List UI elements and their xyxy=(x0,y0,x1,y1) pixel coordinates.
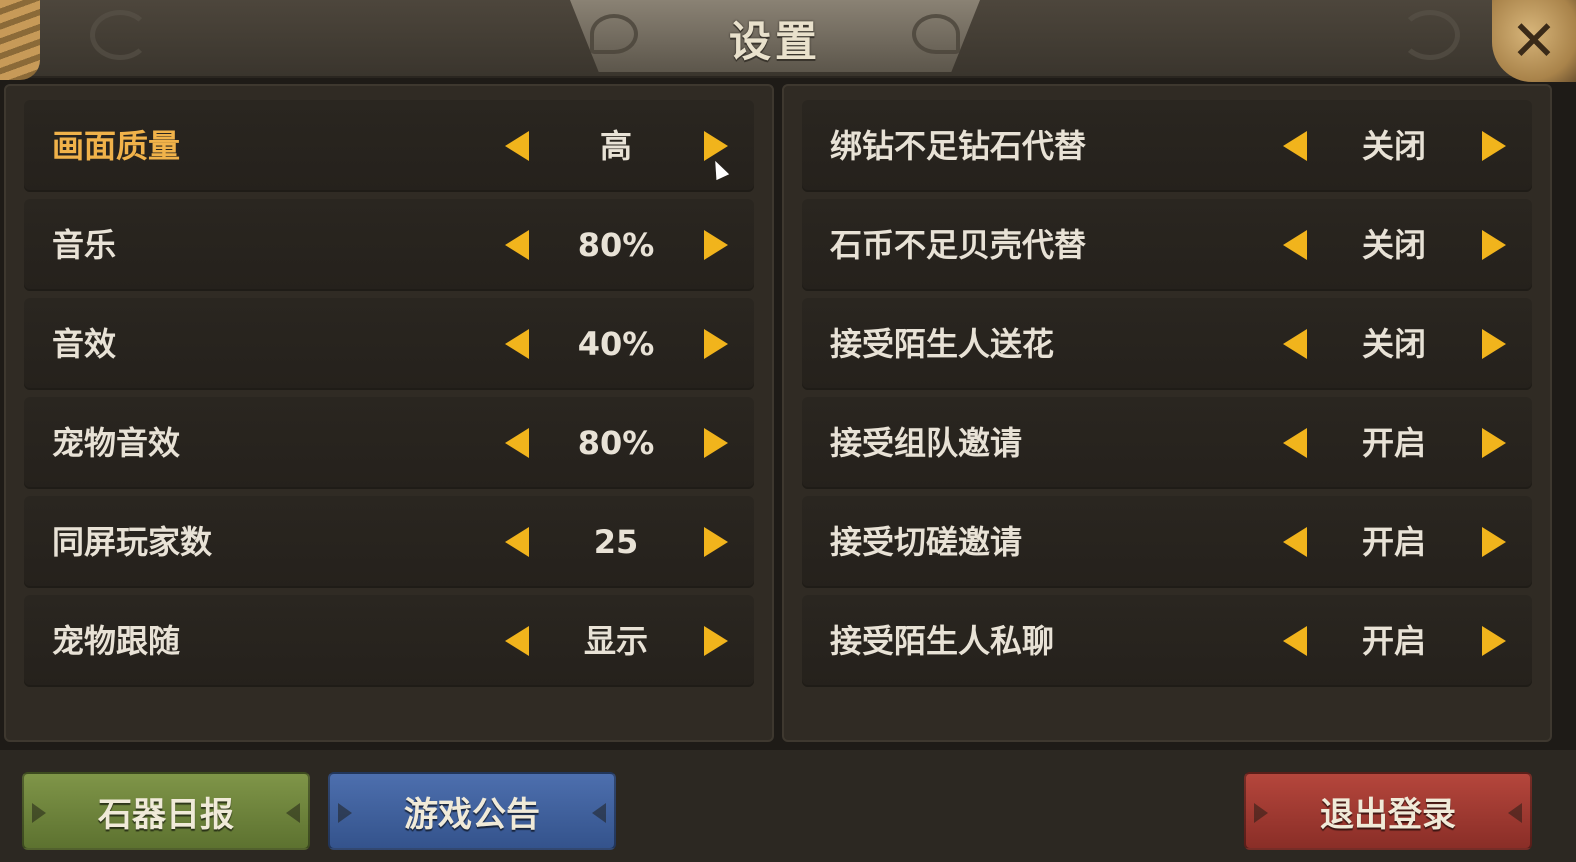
setting-label: 同屏玩家数 xyxy=(52,523,213,561)
daily-report-button[interactable]: 石器日报 xyxy=(22,772,310,850)
setting-value: 关闭 xyxy=(1361,226,1426,264)
decrease-arrow-button[interactable] xyxy=(505,428,529,458)
increase-arrow-button[interactable] xyxy=(1482,428,1506,458)
setting-label: 音效 xyxy=(52,325,117,363)
increase-arrow-button[interactable] xyxy=(704,527,728,557)
setting-value: 关闭 xyxy=(1361,127,1426,165)
decrease-arrow-button[interactable] xyxy=(505,230,529,260)
increase-arrow-button[interactable] xyxy=(1482,329,1506,359)
decrease-arrow-button[interactable] xyxy=(1283,230,1307,260)
increase-arrow-button[interactable] xyxy=(1482,131,1506,161)
announcement-label: 游戏公告 xyxy=(404,794,540,835)
increase-arrow-button[interactable] xyxy=(704,131,728,161)
setting-value: 高 xyxy=(599,127,632,165)
setting-label: 石币不足贝壳代替 xyxy=(830,226,1087,264)
close-icon: ✕ xyxy=(1510,8,1558,74)
button-right-triangle-icon xyxy=(1508,803,1522,823)
increase-arrow-button[interactable] xyxy=(704,230,728,260)
swirl-decoration-left xyxy=(90,10,150,60)
button-left-triangle-icon xyxy=(1254,803,1268,823)
decrease-arrow-button[interactable] xyxy=(505,329,529,359)
setting-value: 80% xyxy=(577,424,655,462)
decrease-arrow-button[interactable] xyxy=(1283,131,1307,161)
increase-arrow-button[interactable] xyxy=(704,329,728,359)
title-bar: 设置 ✕ xyxy=(0,0,1576,82)
setting-label: 接受陌生人私聊 xyxy=(830,622,1055,660)
setting-label: 接受陌生人送花 xyxy=(830,325,1055,363)
setting-value: 40% xyxy=(577,325,655,363)
button-left-triangle-icon xyxy=(32,803,46,823)
decrease-arrow-button[interactable] xyxy=(1283,428,1307,458)
decrease-arrow-button[interactable] xyxy=(1283,527,1307,557)
setting-label: 画面质量 xyxy=(52,127,181,165)
increase-arrow-button[interactable] xyxy=(704,626,728,656)
setting-label: 音乐 xyxy=(52,226,117,264)
setting-value: 关闭 xyxy=(1361,325,1426,363)
increase-arrow-button[interactable] xyxy=(1482,626,1506,656)
increase-arrow-button[interactable] xyxy=(704,428,728,458)
button-left-triangle-icon xyxy=(338,803,352,823)
increase-arrow-button[interactable] xyxy=(1482,230,1506,260)
setting-value: 开启 xyxy=(1361,523,1426,561)
setting-label: 接受切磋邀请 xyxy=(830,523,1023,561)
logout-button[interactable]: 退出登录 xyxy=(1244,772,1532,850)
rope-decoration xyxy=(0,0,40,80)
page-title: 设置 xyxy=(728,17,821,66)
daily-report-label: 石器日报 xyxy=(98,794,234,835)
decrease-arrow-button[interactable] xyxy=(1283,329,1307,359)
setting-value: 开启 xyxy=(1361,622,1426,660)
setting-value: 25 xyxy=(593,523,639,561)
setting-label: 接受组队邀请 xyxy=(830,424,1023,462)
setting-value: 80% xyxy=(577,226,655,264)
increase-arrow-button[interactable] xyxy=(1482,527,1506,557)
decrease-arrow-button[interactable] xyxy=(505,626,529,656)
decrease-arrow-button[interactable] xyxy=(1283,626,1307,656)
logout-label: 退出登录 xyxy=(1320,794,1456,835)
swirl-decoration-right xyxy=(1400,10,1460,60)
setting-value: 开启 xyxy=(1361,424,1426,462)
decrease-arrow-button[interactable] xyxy=(505,527,529,557)
setting-value: 显示 xyxy=(583,622,648,660)
close-button[interactable]: ✕ xyxy=(1492,0,1576,82)
setting-label: 宠物跟随 xyxy=(52,622,181,660)
button-right-triangle-icon xyxy=(592,803,606,823)
setting-label: 宠物音效 xyxy=(52,424,181,462)
decrease-arrow-button[interactable] xyxy=(505,131,529,161)
setting-label: 绑钻不足钻石代替 xyxy=(830,127,1087,165)
announcement-button[interactable]: 游戏公告 xyxy=(328,772,616,850)
button-right-triangle-icon xyxy=(286,803,300,823)
